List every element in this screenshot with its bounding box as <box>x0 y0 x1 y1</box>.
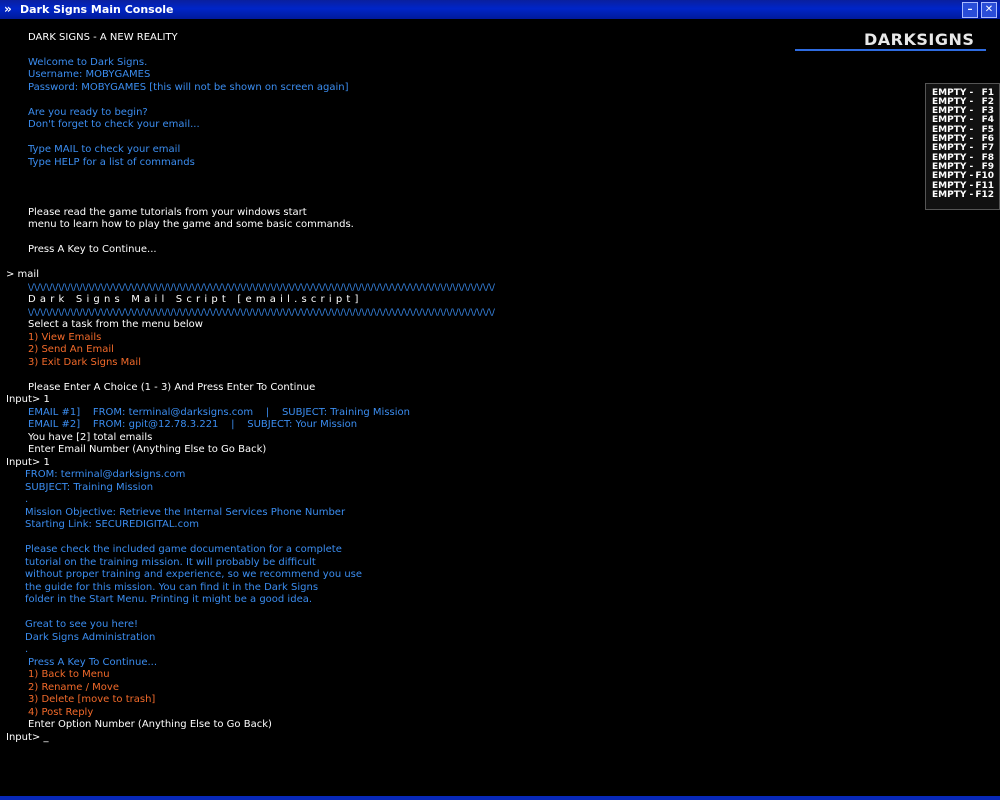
separator-top: \/\/\/\/\/\/\/\/\/\/\/\/\/\/\/\/\/\/\/\/… <box>28 283 495 293</box>
greeting-line: Great to see you here! <box>25 619 139 630</box>
press-continue-line: Press A Key To Continue... <box>28 657 158 668</box>
check-email-line: Don't forget to check your email... <box>28 119 200 130</box>
password-line: Password: MOBYGAMES [this will not be sh… <box>28 82 349 93</box>
option-delete: 3) Delete [move to trash] <box>28 694 156 705</box>
tutorial-line-1: Please read the game tutorials from your… <box>28 207 307 218</box>
title-bar[interactable]: » Dark Signs Main Console – ✕ <box>0 0 1000 20</box>
function-key-panel: EMPTY - F1 EMPTY - F2 EMPTY - F3 EMPTY - F4 … <box>925 83 1000 210</box>
fkey-slot[interactable]: EMPTY - F7 <box>932 143 996 153</box>
type-mail-line: Type MAIL to check your email <box>28 144 181 155</box>
email-dot-line-2: . <box>25 644 29 655</box>
minimize-button[interactable]: – <box>962 2 978 18</box>
enter-option-line: Enter Option Number (Anything Else to Go… <box>28 719 272 730</box>
email-body-line-2: tutorial on the training mission. It wil… <box>25 557 316 568</box>
signature-line: Dark Signs Administration <box>25 632 156 643</box>
window-title: Dark Signs Main Console <box>20 3 174 16</box>
separator-bottom: \/\/\/\/\/\/\/\/\/\/\/\/\/\/\/\/\/\/\/\/… <box>28 308 495 318</box>
email-from-line: FROM: terminal@darksigns.com <box>25 469 186 480</box>
input-line-1: Input> 1 <box>6 394 50 405</box>
email-subject-line: SUBJECT: Training Mission <box>25 482 154 493</box>
email-body-line-1: Please check the included game documenta… <box>25 544 342 555</box>
logo-underline <box>795 49 986 51</box>
mail-script-title: Dark Signs Mail Script [email.script] <box>28 294 363 305</box>
total-emails-line: You have [2] total emails <box>28 432 153 443</box>
username-line: Username: MOBYGAMES <box>28 69 151 80</box>
type-help-line: Type HELP for a list of commands <box>28 157 195 168</box>
tutorial-line-2: menu to learn how to play the game and s… <box>28 219 354 230</box>
darksigns-logo: DARKSIGNS <box>864 30 975 49</box>
select-task-line: Select a task from the menu below <box>28 319 203 330</box>
email-dot-line-1: . <box>25 494 29 505</box>
welcome-line: Welcome to Dark Signs. <box>28 57 148 68</box>
menu-item-send-email: 2) Send An Email <box>28 344 114 355</box>
option-back-to-menu: 1) Back to Menu <box>28 669 110 680</box>
close-button[interactable]: ✕ <box>981 2 997 18</box>
fkey-slot[interactable]: EMPTY - F4 <box>932 115 996 125</box>
fkey-slot[interactable]: EMPTY - F10 <box>932 171 996 181</box>
mail-command-line: > mail <box>6 269 39 280</box>
mission-objective-line: Mission Objective: Retrieve the Internal… <box>25 507 346 518</box>
bottom-border <box>0 796 1000 800</box>
option-rename-move: 2) Rename / Move <box>28 682 119 693</box>
email-body-line-4: the guide for this mission. You can find… <box>25 582 319 593</box>
email-body-line-3: without proper training and experience, … <box>25 569 363 580</box>
enter-choice-line: Please Enter A Choice (1 - 3) And Press … <box>28 382 316 393</box>
console-heading: DARK SIGNS - A NEW REALITY <box>28 32 178 43</box>
option-post-reply: 4) Post Reply <box>28 707 94 718</box>
ready-line: Are you ready to begin? <box>28 107 148 118</box>
fkey-slot[interactable]: EMPTY - F12 <box>932 190 996 200</box>
input-line-2: Input> 1 <box>6 457 50 468</box>
menu-item-view-emails: 1) View Emails <box>28 332 102 343</box>
command-input[interactable]: Input> _ <box>6 732 48 744</box>
email-row-1: EMAIL #1] FROM: terminal@darksigns.com |… <box>28 407 410 418</box>
email-body-line-5: folder in the Start Menu. Printing it mi… <box>25 594 313 605</box>
menu-item-exit-mail: 3) Exit Dark Signs Mail <box>28 357 141 368</box>
press-key-line: Press A Key to Continue... <box>28 244 157 255</box>
console-output[interactable]: DARK SIGNS - A NEW REALITY Welcome to Da… <box>0 20 1000 796</box>
email-row-2: EMAIL #2] FROM: gpit@12.78.3.221 | SUBJE… <box>28 419 358 430</box>
starting-link-line: Starting Link: SECUREDIGITAL.com <box>25 519 199 530</box>
enter-email-number-line: Enter Email Number (Anything Else to Go … <box>28 444 267 455</box>
app-icon: » <box>4 2 12 16</box>
